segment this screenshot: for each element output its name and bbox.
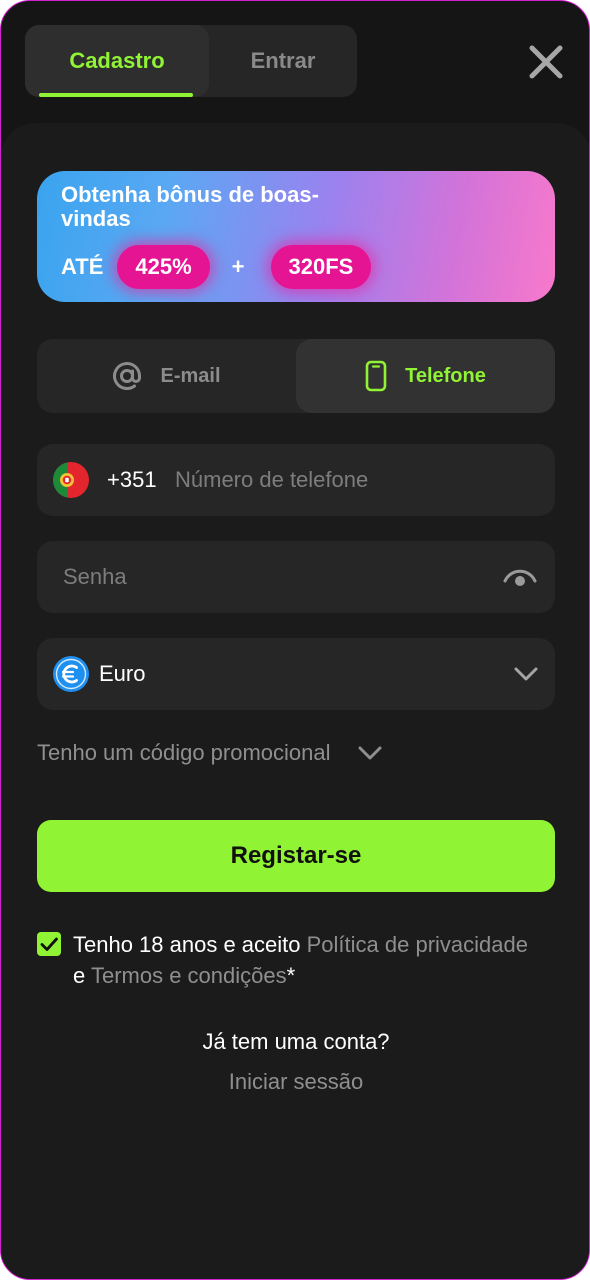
close-button[interactable] — [525, 41, 567, 83]
smartphone-icon — [365, 360, 387, 392]
method-phone-label: Telefone — [405, 364, 486, 387]
required-mark: * — [286, 963, 296, 988]
auth-tabs: Cadastro Entrar — [25, 25, 357, 97]
phone-number-input[interactable] — [175, 444, 535, 516]
register-button[interactable]: Registar-se — [37, 820, 555, 892]
login-link[interactable]: Iniciar sessão — [1, 1069, 589, 1095]
checkmark-icon — [40, 937, 58, 951]
welcome-bonus-banner: Obtenha bônus de boas-vindas ATÉ 425% + … — [37, 171, 555, 302]
agreement-text: Tenho 18 anos e aceito Política de priva… — [73, 929, 533, 991]
currency-select[interactable]: Euro — [37, 638, 555, 710]
tab-register[interactable]: Cadastro — [25, 25, 209, 97]
tab-login[interactable]: Entrar — [209, 25, 357, 97]
eye-icon[interactable] — [503, 565, 537, 589]
banner-title: Obtenha bônus de boas-vindas — [61, 182, 319, 231]
age-terms-checkbox[interactable] — [37, 932, 61, 956]
signup-method-toggle: E-mail Telefone — [37, 339, 555, 413]
currency-value: Euro — [99, 661, 146, 686]
agreement-conjunction: e — [73, 963, 91, 988]
agreement-text-start: Tenho 18 anos e aceito — [73, 932, 307, 957]
euro-icon — [53, 656, 89, 692]
password-field — [37, 541, 555, 613]
chevron-down-icon — [358, 746, 382, 760]
free-spins-badge: 320FS — [270, 245, 372, 289]
have-account-text: Já tem uma conta? — [202, 1029, 390, 1054]
promo-code-label: Tenho um código promocional — [37, 740, 331, 765]
password-input[interactable] — [63, 541, 483, 613]
chevron-down-icon — [514, 667, 538, 681]
tab-login-label: Entrar — [250, 48, 316, 73]
close-icon — [529, 45, 563, 79]
bonus-plus: + — [231, 254, 245, 279]
method-email-option[interactable]: E-mail — [37, 339, 296, 413]
privacy-policy-link[interactable]: Política de privacidade — [307, 932, 528, 957]
bonus-row: ATÉ 425% + 320FS — [61, 245, 372, 289]
active-tab-indicator — [39, 93, 193, 97]
registration-modal: Cadastro Entrar Obtenha bônus de boas-vi… — [0, 0, 590, 1280]
bonus-percent-badge: 425% — [117, 245, 210, 289]
terms-link[interactable]: Termos e condições — [91, 963, 287, 988]
country-code: +351 — [107, 467, 157, 492]
tab-register-label: Cadastro — [69, 48, 165, 73]
promo-code-toggle[interactable]: Tenho um código promocional — [37, 735, 383, 771]
method-phone-option[interactable]: Telefone — [296, 339, 555, 413]
portugal-flag-icon[interactable] — [53, 462, 89, 498]
method-email-label: E-mail — [160, 364, 221, 387]
bonus-prefix: ATÉ — [61, 254, 104, 279]
phone-field: +351 — [37, 444, 555, 516]
at-sign-icon — [113, 362, 142, 390]
